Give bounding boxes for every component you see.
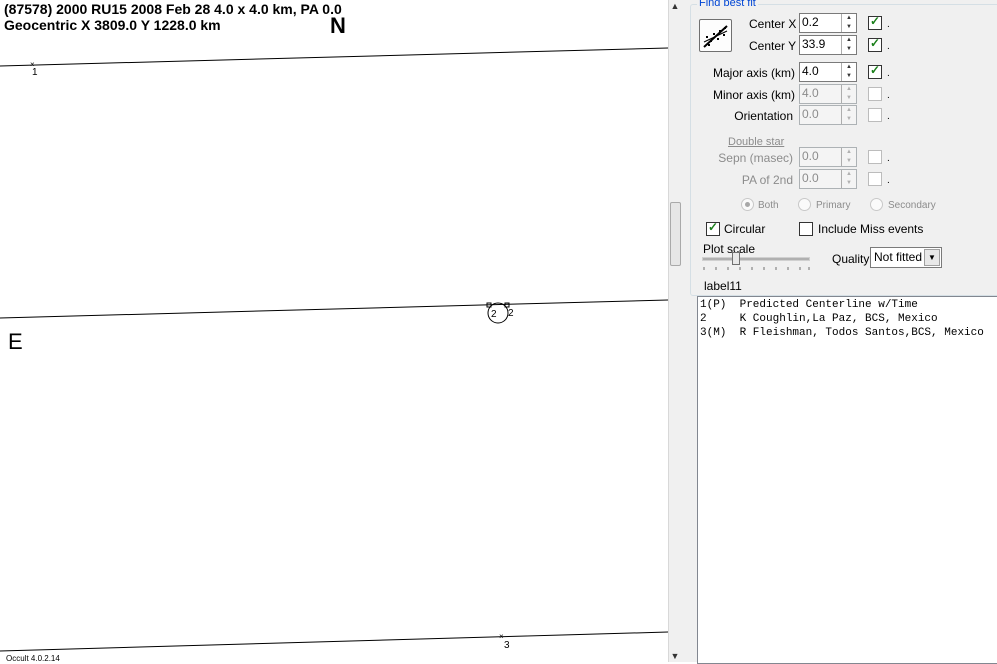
include-miss-checkbox[interactable] — [799, 222, 813, 236]
center-x-spinner[interactable]: 0.2 ▲ ▼ — [799, 13, 857, 33]
chord-line-1 — [0, 47, 668, 67]
spin-up-icon[interactable]: ▲ — [842, 106, 856, 115]
dot: . — [887, 153, 890, 164]
find-best-fit-legend: Find best fit — [697, 0, 758, 9]
list-item[interactable]: 2 K Coughlin,La Paz, BCS, Mexico — [700, 313, 938, 325]
chord-line-3 — [0, 631, 668, 652]
minor-axis-label: Minor axis (km) — [713, 88, 796, 102]
radio-secondary[interactable] — [870, 198, 883, 211]
minor-axis-spinner[interactable]: 4.0 ▲ ▼ — [799, 84, 857, 104]
label11: label11 — [704, 279, 742, 293]
chart-fit-icon — [703, 25, 728, 48]
spin-down-icon[interactable]: ▼ — [842, 72, 856, 81]
plot-scale-slider[interactable] — [702, 252, 812, 274]
major-axis-checkbox[interactable]: ✓ — [868, 63, 882, 79]
checkmark-icon: ✓ — [708, 220, 719, 234]
sepn-label: Sepn (masec) — [718, 151, 793, 165]
minor-axis-value[interactable]: 4.0 — [802, 86, 819, 100]
sepn-checkbox[interactable] — [868, 150, 882, 164]
spin-down-icon[interactable]: ▼ — [842, 115, 856, 124]
radio-primary-label: Primary — [816, 200, 851, 211]
quality-value: Not fitted — [874, 250, 923, 264]
center-y-spinner[interactable]: 33.9 ▲ ▼ — [799, 35, 857, 55]
minor-axis-checkbox[interactable] — [868, 87, 882, 101]
spin-up-icon[interactable]: ▲ — [842, 85, 856, 94]
slider-ticks — [703, 267, 810, 270]
checkmark-icon: ✓ — [870, 14, 881, 28]
major-axis-spinner[interactable]: 4.0 ▲ ▼ — [799, 62, 857, 82]
dot: . — [887, 175, 890, 186]
pa2-value[interactable]: 0.0 — [802, 171, 819, 185]
major-axis-label: Major axis (km) — [713, 66, 796, 80]
dot: . — [887, 90, 890, 101]
center-x-value[interactable]: 0.2 — [802, 15, 819, 29]
orientation-label: Orientation — [734, 109, 793, 123]
major-axis-value[interactable]: 4.0 — [802, 64, 819, 78]
chord-label-1: 1 — [32, 67, 38, 78]
sepn-value[interactable]: 0.0 — [802, 149, 819, 163]
radio-both[interactable] — [741, 198, 754, 211]
chevron-down-icon[interactable]: ▼ — [924, 249, 940, 266]
spin-up-icon[interactable]: ▲ — [842, 170, 856, 179]
scroll-thumb[interactable] — [670, 202, 681, 266]
dot: . — [887, 41, 890, 52]
chord-label-2b: 2 — [508, 308, 514, 319]
checkmark-icon: ✓ — [870, 63, 881, 77]
scroll-up-icon[interactable]: ▲ — [669, 0, 681, 12]
plot-canvas: × × 1 2 2 3 N E Occult 4.0.2.14 — [0, 13, 668, 662]
spin-up-icon[interactable]: ▲ — [842, 148, 856, 157]
fit-panel: Find best fit Center X 0.2 ▲ ▼ ✓ . Center… — [690, 0, 997, 664]
occultation-plot[interactable]: × × 1 2 2 3 N E Occult 4.0.2.14 (87578) … — [0, 0, 668, 662]
include-miss-label: Include Miss events — [818, 222, 924, 236]
find-best-fit-button[interactable] — [699, 19, 732, 52]
pa2-checkbox[interactable] — [868, 172, 882, 186]
east-label: E — [8, 329, 23, 354]
center-y-value[interactable]: 33.9 — [802, 37, 825, 51]
pa2-label: PA of 2nd — [741, 173, 793, 187]
spin-down-icon[interactable]: ▼ — [842, 23, 856, 32]
orientation-checkbox[interactable] — [868, 108, 882, 122]
spin-up-icon[interactable]: ▲ — [842, 36, 856, 45]
scroll-down-icon[interactable]: ▼ — [669, 650, 681, 662]
center-x-label: Center X — [749, 17, 797, 31]
circular-label: Circular — [724, 222, 766, 236]
spin-down-icon[interactable]: ▼ — [842, 94, 856, 103]
chord-label-3: 3 — [504, 640, 510, 651]
spin-up-icon[interactable]: ▲ — [842, 63, 856, 72]
chord-line-2 — [0, 299, 668, 319]
circular-checkbox[interactable]: ✓ — [706, 220, 720, 236]
plot-scale-thumb[interactable] — [732, 252, 740, 265]
header-line-2: Geocentric X 3809.0 Y 1228.0 km — [4, 17, 221, 33]
center-y-checkbox[interactable]: ✓ — [868, 36, 882, 52]
spin-down-icon[interactable]: ▼ — [842, 45, 856, 54]
sepn-spinner[interactable]: 0.0 ▲ ▼ — [799, 147, 857, 167]
center-y-label: Center Y — [749, 39, 797, 53]
center-x-checkbox[interactable]: ✓ — [868, 14, 882, 30]
orientation-value[interactable]: 0.0 — [802, 107, 819, 121]
double-star-link[interactable]: Double star — [728, 136, 784, 148]
dot: . — [887, 111, 890, 122]
checkmark-icon: ✓ — [870, 36, 881, 50]
orientation-spinner[interactable]: 0.0 ▲ ▼ — [799, 105, 857, 125]
quality-label: Quality — [832, 252, 870, 266]
radio-secondary-label: Secondary — [888, 200, 936, 211]
quality-select[interactable]: Not fitted ▼ — [870, 247, 942, 268]
version-label: Occult 4.0.2.14 — [6, 654, 60, 662]
chord-label-2a: 2 — [491, 309, 497, 320]
list-item[interactable]: 1(P) Predicted Centerline w/Time — [700, 299, 918, 311]
radio-primary[interactable] — [798, 198, 811, 211]
splitter[interactable] — [681, 0, 690, 662]
radio-both-label: Both — [758, 200, 779, 211]
vertical-scrollbar[interactable]: ▲ ▼ — [668, 0, 681, 662]
event-list[interactable]: 1(P) Predicted Centerline w/Time 2 K Cou… — [697, 296, 997, 664]
spin-down-icon[interactable]: ▼ — [842, 179, 856, 188]
list-item[interactable]: 3(M) R Fleishman, Todos Santos,BCS, Mexi… — [700, 327, 984, 339]
pa2-spinner[interactable]: 0.0 ▲ ▼ — [799, 169, 857, 189]
header-line-1: (87578) 2000 RU15 2008 Feb 28 4.0 x 4.0 … — [4, 1, 342, 17]
spin-up-icon[interactable]: ▲ — [842, 14, 856, 23]
dot: . — [887, 68, 890, 79]
spin-down-icon[interactable]: ▼ — [842, 157, 856, 166]
dot: . — [887, 19, 890, 30]
